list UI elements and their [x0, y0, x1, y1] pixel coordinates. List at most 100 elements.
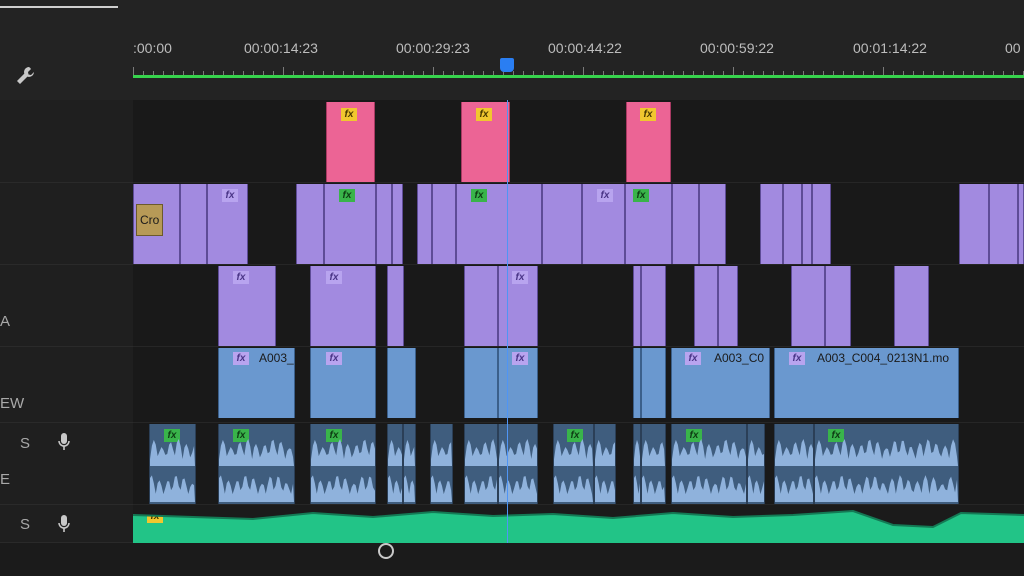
video-clip[interactable] — [633, 266, 641, 346]
video-clip[interactable] — [464, 266, 498, 346]
video-clip[interactable] — [392, 184, 403, 264]
fx-badge[interactable]: fx — [633, 189, 649, 202]
adjustment-clip[interactable]: fx — [326, 102, 375, 182]
video-clip[interactable]: fx — [498, 348, 538, 418]
video-clip[interactable] — [694, 266, 718, 346]
scroll-knob-icon[interactable] — [378, 543, 394, 559]
video-clip[interactable] — [387, 348, 416, 418]
playhead-handle[interactable] — [500, 58, 514, 72]
audio-clip[interactable] — [633, 424, 641, 504]
video-clip[interactable] — [432, 184, 456, 264]
fx-badge[interactable]: fx — [326, 352, 342, 365]
video-clip[interactable] — [387, 266, 404, 346]
video-clip[interactable] — [718, 266, 738, 346]
video-clip[interactable]: fx A003_C0 — [671, 348, 770, 418]
adjustment-clip[interactable]: fx — [626, 102, 671, 182]
audio-clip[interactable] — [403, 424, 416, 504]
video-clip[interactable]: fx — [625, 184, 672, 264]
video-clip[interactable] — [959, 184, 989, 264]
track-header-v2[interactable]: A — [0, 265, 133, 347]
timeline-tracks[interactable]: fx fx fx Cro fx fx fx fx fx fx fx fx fx … — [133, 100, 1024, 543]
solo-button[interactable]: S — [20, 435, 30, 452]
video-clip[interactable]: fx — [310, 348, 376, 418]
video-clip[interactable]: fx — [582, 184, 625, 264]
fx-badge[interactable]: fx — [339, 189, 355, 202]
microphone-icon[interactable] — [58, 515, 70, 533]
audio-clip[interactable] — [594, 424, 616, 504]
fx-badge[interactable]: fx — [685, 352, 701, 365]
video-clip[interactable]: fx A003_C004_0213N1.mo — [774, 348, 959, 418]
video-clip[interactable] — [464, 348, 498, 418]
fx-badge[interactable]: fx — [597, 189, 613, 202]
audio-clip[interactable] — [464, 424, 498, 504]
video-clip[interactable]: fx — [498, 266, 538, 346]
video-clip[interactable]: fx — [456, 184, 542, 264]
audio-clip[interactable]: fx — [218, 424, 295, 504]
track-header-a1[interactable]: S E — [0, 423, 133, 505]
video-clip[interactable]: fx A003_ — [218, 348, 295, 418]
video-clip[interactable] — [989, 184, 1018, 264]
video-clip[interactable] — [760, 184, 783, 264]
audio-clip[interactable] — [641, 424, 666, 504]
video-clip[interactable] — [542, 184, 582, 264]
audio-clip[interactable] — [498, 424, 538, 504]
audio-clip[interactable] — [747, 424, 765, 504]
fx-badge[interactable]: fx — [640, 108, 656, 121]
microphone-icon[interactable] — [58, 433, 70, 451]
video-clip[interactable] — [894, 266, 929, 346]
timeline-scrollbar[interactable] — [0, 543, 1024, 576]
video-clip[interactable]: fx — [310, 266, 376, 346]
fx-badge[interactable]: fx — [233, 271, 249, 284]
track-name: EW — [0, 395, 25, 412]
video-clip[interactable] — [641, 348, 666, 418]
video-clip[interactable]: fx — [218, 266, 276, 346]
video-clip[interactable]: Cro — [133, 184, 180, 264]
work-area-bar[interactable] — [133, 75, 1024, 78]
audio-clip[interactable]: fx — [310, 424, 376, 504]
audio-clip[interactable]: fx — [671, 424, 747, 504]
fx-badge[interactable]: fx — [789, 352, 805, 365]
solo-button[interactable]: S — [20, 516, 30, 533]
video-clip[interactable] — [783, 184, 802, 264]
video-clip[interactable] — [791, 266, 825, 346]
video-clip[interactable] — [802, 184, 812, 264]
fx-badge[interactable]: fx — [341, 108, 357, 121]
fx-badge[interactable]: fx — [471, 189, 487, 202]
video-clip[interactable] — [812, 184, 831, 264]
video-clip[interactable] — [825, 266, 851, 346]
fx-badge[interactable]: fx — [233, 352, 249, 365]
track-header-v3[interactable] — [0, 183, 133, 265]
fx-badge[interactable]: fx — [476, 108, 492, 121]
track-header-v4[interactable] — [0, 100, 133, 183]
audio-clip[interactable]: fx — [553, 424, 594, 504]
video-clip[interactable] — [641, 266, 666, 346]
video-clip[interactable] — [633, 348, 641, 418]
audio-clip[interactable]: fx — [814, 424, 959, 504]
time-ruler[interactable]: :00:00 00:00:14:23 00:00:29:23 00:00:44:… — [133, 12, 1024, 100]
audio-clip[interactable] — [430, 424, 453, 504]
wrench-icon[interactable] — [14, 64, 38, 88]
fx-badge[interactable]: fx — [512, 352, 528, 365]
video-clip[interactable]: fx — [207, 184, 248, 264]
video-clip[interactable] — [180, 184, 207, 264]
music-track-clip[interactable]: fx — [133, 505, 1024, 543]
video-clip[interactable] — [672, 184, 699, 264]
video-clip[interactable]: fx — [324, 184, 376, 264]
audio-clip[interactable] — [387, 424, 403, 504]
track-header-a2[interactable]: S — [0, 505, 133, 543]
video-clip[interactable] — [296, 184, 324, 264]
active-tab-indicator[interactable] — [0, 6, 118, 8]
playhead-line[interactable] — [507, 100, 508, 543]
audio-waveform — [465, 475, 497, 502]
audio-clip[interactable]: fx — [149, 424, 196, 504]
video-clip[interactable] — [1018, 184, 1024, 264]
audio-clip[interactable] — [774, 424, 814, 504]
fx-badge[interactable]: fx — [326, 271, 342, 284]
video-clip[interactable] — [417, 184, 432, 264]
fx-badge[interactable]: fx — [512, 271, 528, 284]
adjustment-clip[interactable]: fx — [461, 102, 510, 182]
track-header-v1[interactable]: EW — [0, 347, 133, 423]
fx-badge[interactable]: fx — [222, 189, 238, 202]
video-clip[interactable] — [376, 184, 392, 264]
video-clip[interactable] — [699, 184, 726, 264]
